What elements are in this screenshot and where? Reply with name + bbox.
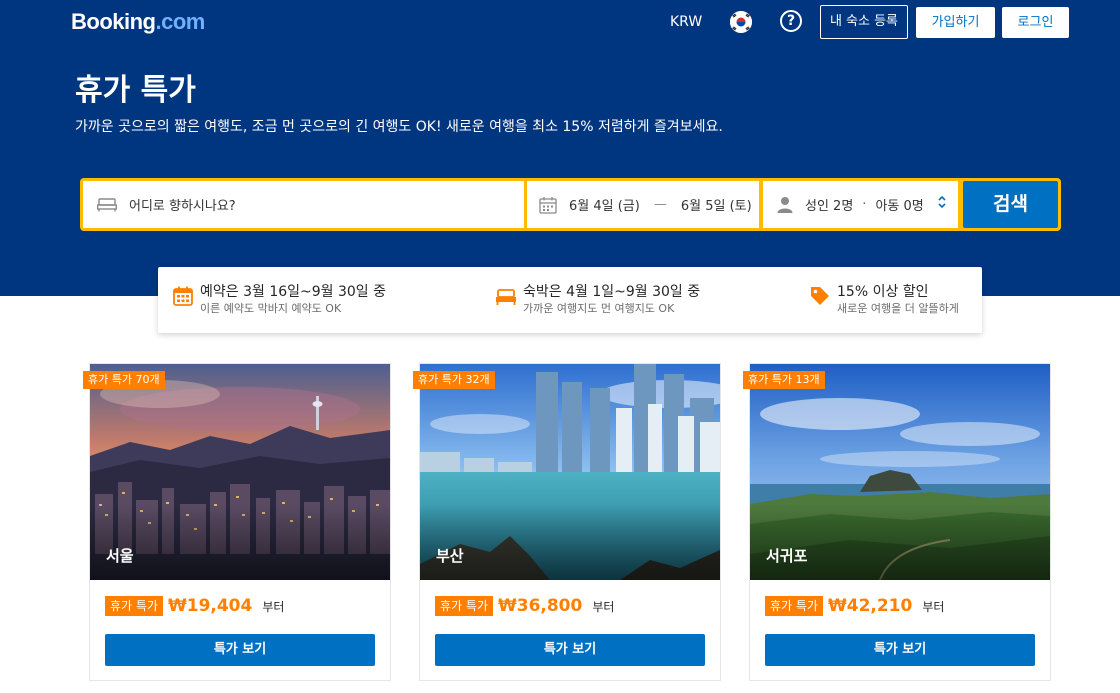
signup-button[interactable]: 가입하기 — [916, 7, 995, 38]
adults-count: 성인 2명 — [805, 199, 854, 214]
deal-badge: 휴가 특가 — [105, 596, 163, 616]
checkout-date: 6월 5일 (토) — [680, 199, 752, 214]
destination-input[interactable]: 어디로 향하시나요? — [83, 181, 524, 228]
deal-info-box: 예약은 3월 16일~9월 30일 중 이른 예약도 막바지 예약도 OK 숙박… — [158, 267, 982, 333]
date-picker[interactable]: 6월 4일 (금) — 6월 5일 (토) — [527, 181, 759, 228]
deal-badge: 휴가 특가 — [765, 596, 823, 616]
view-deals-button[interactable]: 특가 보기 — [105, 634, 375, 666]
tag-icon — [809, 285, 831, 307]
info-subtitle: 새로운 여행을 더 알뜰하게 — [837, 302, 959, 315]
booking-logo[interactable]: Booking.com — [71, 9, 205, 35]
chevron-updown-icon — [938, 195, 946, 209]
destination-placeholder: 어디로 향하시나요? — [129, 199, 236, 214]
city-name: 서울 — [106, 547, 134, 565]
info-title: 숙박은 4월 1일~9월 30일 중 — [523, 284, 701, 300]
calendar-icon — [539, 196, 557, 214]
view-deals-button[interactable]: 특가 보기 — [435, 634, 705, 666]
info-subtitle: 가까운 여행지도 먼 여행지도 OK — [523, 302, 675, 315]
deal-card-seogwipo[interactable]: 서귀포 휴가 특가 ₩42,210 부터 특가 보기 — [749, 363, 1051, 681]
bed-icon — [97, 197, 117, 212]
price-row: 휴가 특가 ₩42,210 부터 — [765, 596, 944, 616]
price-suffix: 부터 — [262, 599, 285, 614]
info-subtitle: 이른 예약도 막바지 예약도 OK — [200, 302, 342, 315]
guest-selector[interactable]: 성인 2명 · 아동 0명 — [763, 181, 958, 228]
list-property-button[interactable]: 내 숙소 등록 — [820, 5, 908, 39]
price-row: 휴가 특가 ₩36,800 부터 — [435, 596, 614, 616]
login-button[interactable]: 로그인 — [1002, 7, 1069, 38]
price-row: 휴가 특가 ₩19,404 부터 — [105, 596, 284, 616]
deal-card-seoul[interactable]: 서울 휴가 특가 ₩19,404 부터 특가 보기 — [89, 363, 391, 681]
price-value: ₩36,800 — [497, 596, 583, 616]
deal-count-ribbon: 휴가 특가 13개 — [743, 371, 825, 389]
view-deals-button[interactable]: 특가 보기 — [765, 634, 1035, 666]
info-booking-period: 예약은 3월 16일~9월 30일 중 이른 예약도 막바지 예약도 OK — [172, 283, 386, 316]
date-separator: — — [653, 197, 667, 212]
page-subtitle: 가까운 곳으로의 짧은 여행도, 조금 먼 곳으로의 긴 여행도 OK! 새로운… — [75, 119, 723, 135]
korea-flag-icon[interactable] — [730, 11, 752, 33]
logo-tld: .com — [155, 9, 206, 34]
info-title: 예약은 3월 16일~9월 30일 중 — [200, 284, 387, 300]
price-value: ₩19,404 — [167, 596, 253, 616]
checkin-date: 6월 4일 (금) — [569, 199, 640, 214]
page-title: 휴가 특가 — [75, 73, 196, 108]
city-name: 부산 — [436, 547, 464, 565]
info-title: 15% 이상 할인 — [837, 284, 929, 300]
city-photo-seoul[interactable] — [90, 364, 390, 580]
deal-card-busan[interactable]: 부산 휴가 특가 ₩36,800 부터 특가 보기 — [419, 363, 721, 681]
person-icon — [777, 196, 793, 213]
logo-main: Booking — [71, 9, 156, 34]
deal-count-ribbon: 휴가 특가 70개 — [83, 371, 165, 389]
deal-badge: 휴가 특가 — [435, 596, 493, 616]
deal-count-ribbon: 휴가 특가 32개 — [413, 371, 495, 389]
price-suffix: 부터 — [592, 599, 615, 614]
search-bar: 어디로 향하시나요? 6월 4일 (금) — 6월 5일 (토) 성인 2명 ·… — [80, 178, 1061, 231]
guest-separator: · — [862, 197, 867, 212]
info-discount: 15% 이상 할인 새로운 여행을 더 알뜰하게 — [809, 283, 959, 316]
hero-banner — [0, 0, 1120, 296]
help-icon[interactable]: ? — [780, 10, 802, 32]
price-suffix: 부터 — [922, 599, 945, 614]
children-count: 아동 0명 — [875, 199, 924, 214]
bed-icon — [495, 285, 517, 307]
info-stay-period: 숙박은 4월 1일~9월 30일 중 가까운 여행지도 먼 여행지도 OK — [495, 283, 700, 316]
calendar-icon — [172, 285, 194, 307]
city-name: 서귀포 — [766, 547, 808, 565]
city-photo-busan[interactable] — [420, 364, 720, 580]
currency-selector[interactable]: KRW — [670, 14, 702, 30]
price-value: ₩42,210 — [827, 596, 913, 616]
search-button[interactable]: 검색 — [963, 181, 1058, 228]
